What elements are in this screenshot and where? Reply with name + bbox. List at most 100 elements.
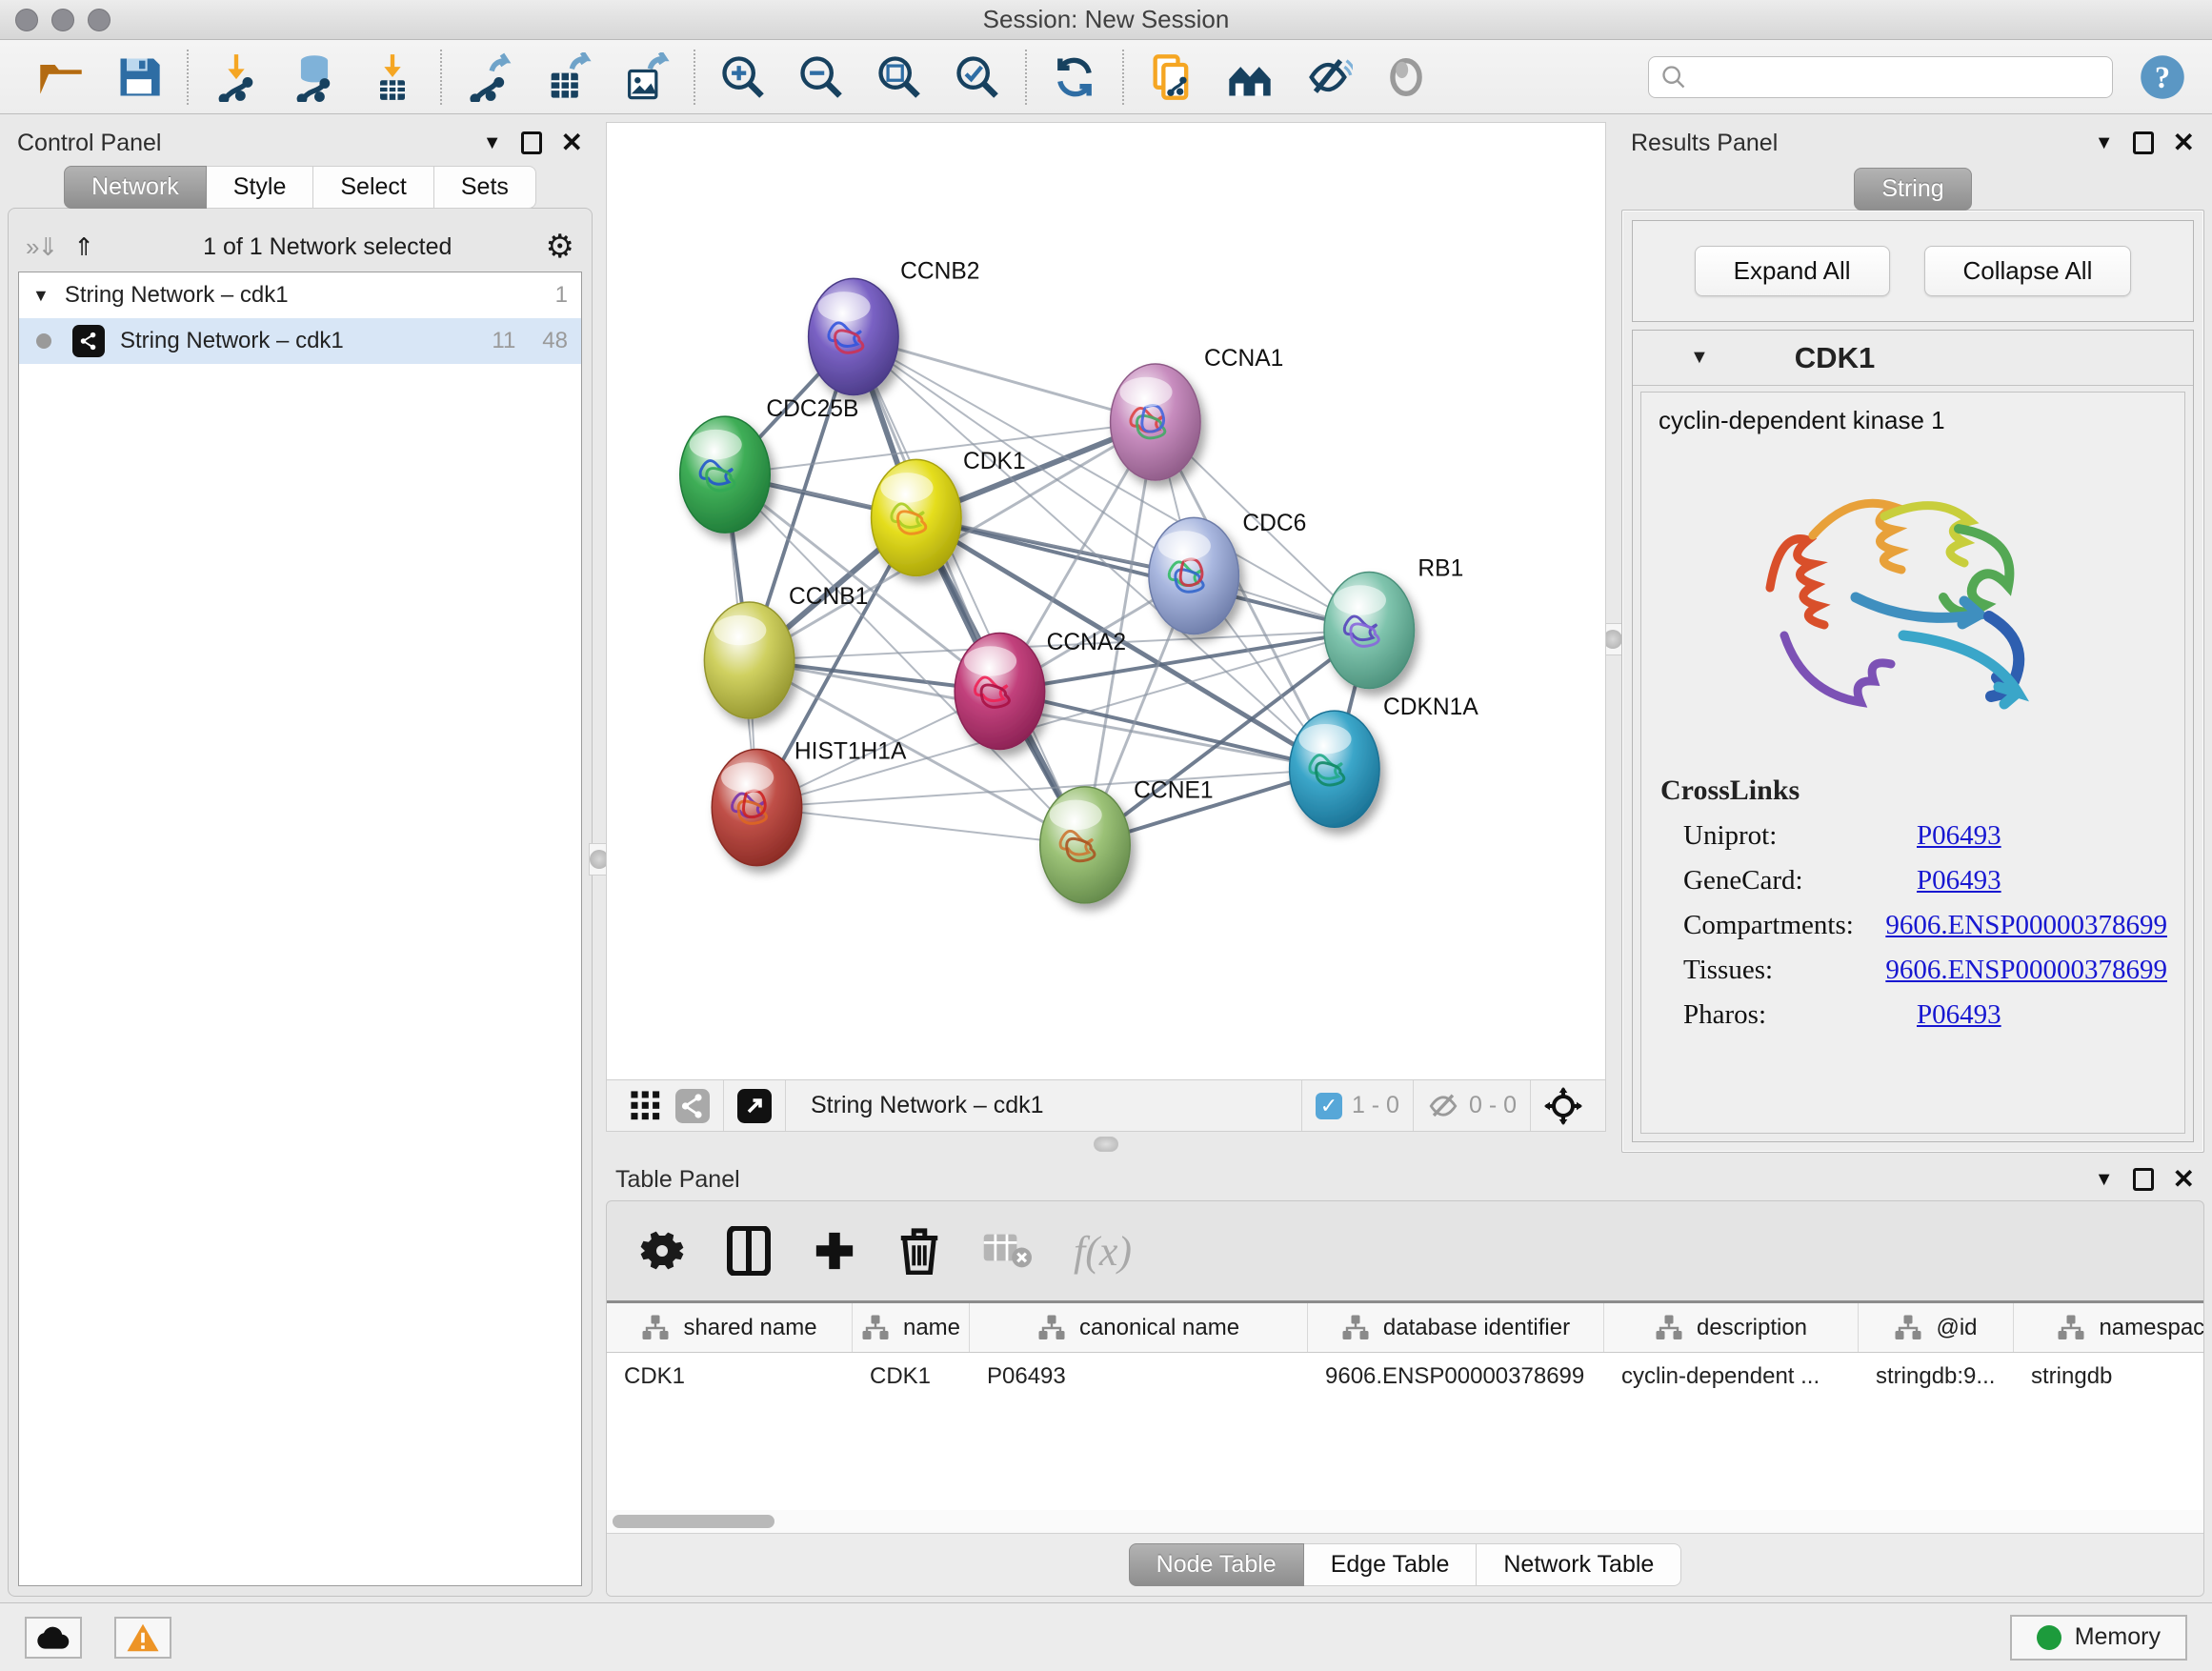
birdseye-view-icon[interactable] xyxy=(630,1090,662,1122)
results-panel: Results Panel ▼ ✕ String Expand All xyxy=(1621,122,2204,1157)
zoom-selected-icon[interactable] xyxy=(951,50,1004,104)
control-panel-close-icon[interactable]: ✕ xyxy=(561,130,583,156)
open-file-icon[interactable] xyxy=(34,50,88,104)
node-RB1[interactable]: RB1 xyxy=(1324,555,1463,688)
collapse-all-networks-icon[interactable]: »⇓ xyxy=(26,232,56,262)
tab-network-table[interactable]: Network Table xyxy=(1477,1543,1681,1586)
tab-edge-table[interactable]: Edge Table xyxy=(1304,1543,1478,1586)
network-collection-row[interactable]: ▼ String Network – cdk1 1 xyxy=(19,272,581,318)
table-tabs: Node TableEdge TableNetwork Table xyxy=(607,1533,2203,1596)
first-neighbors-icon[interactable] xyxy=(1223,50,1277,104)
table-panel-float-icon[interactable] xyxy=(2133,1168,2154,1191)
show-all-icon[interactable] xyxy=(1379,50,1433,104)
selected-checkbox-icon[interactable]: ✓ xyxy=(1316,1093,1342,1119)
save-icon[interactable] xyxy=(112,50,166,104)
node-gloss-highlight xyxy=(1119,377,1172,407)
edge-CCNA2-CDKN1A[interactable] xyxy=(999,691,1334,769)
table-row[interactable]: CDK1CDK1P064939606.ENSP00000378699cyclin… xyxy=(607,1353,2203,1400)
network-canvas[interactable]: CCNB2CCNA1CDC25BCDK1CDC6RB1CCNB1CCNA2CDK… xyxy=(606,122,1606,1080)
table-horizontal-scrollbar[interactable] xyxy=(607,1510,2203,1533)
results-panel-float-icon[interactable] xyxy=(2133,131,2154,154)
node-label: CCNB1 xyxy=(789,584,868,610)
crosslink-label: Pharos: xyxy=(1683,999,1917,1031)
table-header-row: shared namenamecanonical namedatabase id… xyxy=(607,1303,2203,1353)
search-input[interactable] xyxy=(1648,56,2113,98)
results-panel-close-icon[interactable]: ✕ xyxy=(2173,130,2195,156)
table-panel-close-icon[interactable]: ✕ xyxy=(2173,1166,2195,1193)
crosslink-link[interactable]: 9606.ENSP00000378699 xyxy=(1885,910,2167,941)
control-panel-menu-icon[interactable]: ▼ xyxy=(483,132,502,154)
import-table-icon[interactable] xyxy=(366,50,419,104)
node-label: HIST1H1A xyxy=(794,738,907,764)
tab-style[interactable]: Style xyxy=(207,166,314,209)
node-HIST1H1A[interactable]: HIST1H1A xyxy=(712,738,907,865)
warning-button[interactable] xyxy=(114,1617,171,1659)
table-panel-menu-icon[interactable]: ▼ xyxy=(2095,1169,2114,1191)
expand-all-button[interactable]: Expand All xyxy=(1695,246,1890,296)
help-icon[interactable]: ? xyxy=(2136,50,2189,104)
results-panel-menu-icon[interactable]: ▼ xyxy=(2095,132,2114,154)
collection-expand-icon[interactable]: ▼ xyxy=(32,286,50,306)
memory-button[interactable]: Memory xyxy=(2010,1615,2187,1661)
control-panel-float-icon[interactable] xyxy=(521,131,542,154)
node-CCNE1[interactable]: CCNE1 xyxy=(1040,778,1214,903)
collapse-all-button[interactable]: Collapse All xyxy=(1924,246,2132,296)
expand-all-networks-icon[interactable]: ⇑ xyxy=(73,232,92,262)
network-row-selected[interactable]: String Network – cdk1 11 48 xyxy=(19,318,581,364)
horizontal-splitter[interactable] xyxy=(606,1132,1606,1157)
scrollbar-thumb[interactable] xyxy=(613,1515,774,1528)
column-header-id[interactable]: @id xyxy=(1859,1303,2014,1352)
column-header-canonical-name[interactable]: canonical name xyxy=(970,1303,1308,1352)
column-header-label: description xyxy=(1697,1315,1807,1341)
result-entry-header[interactable]: ▼ CDK1 xyxy=(1633,331,2193,386)
crosslink-row: GeneCard:P06493 xyxy=(1683,865,2167,896)
refresh-icon[interactable] xyxy=(1048,50,1101,104)
zoom-in-icon[interactable] xyxy=(716,50,770,104)
table-settings-gear-icon[interactable] xyxy=(639,1228,685,1274)
column-header-database-identifier[interactable]: database identifier xyxy=(1308,1303,1604,1352)
export-network-icon[interactable] xyxy=(463,50,516,104)
right-splitter[interactable] xyxy=(1606,122,1619,1157)
open-in-new-window-icon[interactable] xyxy=(737,1089,772,1123)
left-splitter[interactable] xyxy=(593,122,606,1597)
column-header-name[interactable]: name xyxy=(853,1303,970,1352)
crosslink-link[interactable]: 9606.ENSP00000378699 xyxy=(1885,955,2167,986)
tab-network[interactable]: Network xyxy=(64,166,207,209)
crosslink-label: Tissues: xyxy=(1683,955,1885,986)
column-header-shared-name[interactable]: shared name xyxy=(607,1303,853,1352)
export-image-icon[interactable] xyxy=(619,50,673,104)
edge-CCNB2-CCNA1[interactable] xyxy=(854,336,1156,422)
zoom-out-icon[interactable] xyxy=(794,50,848,104)
cloud-button[interactable] xyxy=(25,1617,82,1659)
import-network-file-icon[interactable] xyxy=(210,50,263,104)
column-header-description[interactable]: description xyxy=(1604,1303,1859,1352)
show-columns-icon[interactable] xyxy=(727,1226,771,1276)
node-CDC25B[interactable]: CDC25B xyxy=(680,396,859,533)
crosslink-link[interactable]: P06493 xyxy=(1917,999,2001,1031)
crosslink-link[interactable]: P06493 xyxy=(1917,820,2001,852)
network-options-gear-icon[interactable]: ⚙ xyxy=(546,228,574,266)
column-header-namespace[interactable]: namespace xyxy=(2014,1303,2204,1352)
node-CDKN1A[interactable]: CDKN1A xyxy=(1290,695,1479,827)
tab-select[interactable]: Select xyxy=(313,166,433,209)
node-CCNA2[interactable]: CCNA2 xyxy=(955,630,1126,749)
entry-collapse-icon[interactable]: ▼ xyxy=(1690,347,1709,369)
new-network-from-selection-icon[interactable] xyxy=(1145,50,1198,104)
string-view-icon[interactable] xyxy=(675,1089,710,1123)
crosslink-link[interactable]: P06493 xyxy=(1917,865,2001,896)
add-column-icon[interactable] xyxy=(813,1229,856,1273)
edge-CCNE1-HIST1H1A[interactable] xyxy=(756,808,1085,845)
node-CCNA1[interactable]: CCNA1 xyxy=(1111,346,1284,480)
tab-string[interactable]: String xyxy=(1854,168,1971,211)
import-network-database-icon[interactable] xyxy=(288,50,341,104)
crosslink-label: Uniprot: xyxy=(1683,820,1917,852)
tab-node-table[interactable]: Node Table xyxy=(1129,1543,1304,1586)
delete-column-icon[interactable] xyxy=(898,1227,940,1275)
fit-selected-crosshair-icon[interactable] xyxy=(1544,1087,1582,1125)
zoom-fit-icon[interactable] xyxy=(873,50,926,104)
control-panel-tabs: NetworkStyleSelectSets xyxy=(8,166,593,209)
hide-selected-icon[interactable] xyxy=(1301,50,1355,104)
export-table-icon[interactable] xyxy=(541,50,594,104)
tab-sets[interactable]: Sets xyxy=(434,166,536,209)
node-CDC6[interactable]: CDC6 xyxy=(1149,511,1306,634)
